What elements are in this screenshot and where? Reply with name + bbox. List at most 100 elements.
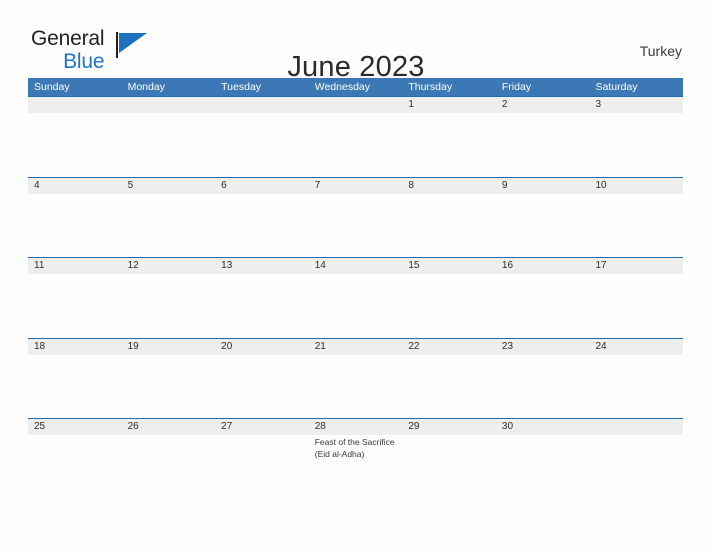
calendar-week-day-numbers: 18 19 20 21 22 23 24	[28, 337, 683, 355]
day-cell[interactable]	[589, 194, 683, 257]
day-cell[interactable]	[28, 274, 122, 337]
calendar-week-row: 123	[28, 96, 683, 177]
day-number[interactable]: 15	[402, 258, 496, 274]
day-number[interactable]: 7	[309, 178, 403, 194]
day-cell[interactable]	[589, 274, 683, 337]
calendar-week-events	[28, 194, 683, 257]
calendar-week-events	[28, 274, 683, 337]
calendar-weeks: 1 2 3 4 5 6 7 8 9 10 11 12 13 14 15 16 17 18 19 20 21 22 23 24 2…	[28, 96, 683, 498]
day-number[interactable]: 30	[496, 419, 590, 435]
calendar-week-events: Feast of the Sacrifice (Eid al-Adha)	[28, 435, 683, 498]
day-cell[interactable]	[496, 274, 590, 337]
day-cell[interactable]	[496, 435, 590, 498]
day-cell[interactable]: Feast of the Sacrifice (Eid al-Adha)	[309, 435, 403, 498]
day-number-empty	[215, 97, 309, 113]
holiday-event-label: Feast of the Sacrifice (Eid al-Adha)	[314, 437, 395, 459]
day-number[interactable]: 9	[496, 178, 590, 194]
day-cell[interactable]	[402, 113, 496, 176]
day-cell	[28, 113, 122, 176]
day-number-empty	[122, 97, 216, 113]
day-cell	[309, 113, 403, 176]
day-number[interactable]: 18	[28, 339, 122, 355]
day-number[interactable]: 20	[215, 339, 309, 355]
day-number[interactable]: 11	[28, 258, 122, 274]
day-cell[interactable]	[309, 274, 403, 337]
day-cell[interactable]	[402, 355, 496, 418]
day-cell	[589, 435, 683, 498]
weekday-header-wednesday: Wednesday	[314, 81, 370, 93]
day-cell[interactable]	[589, 355, 683, 418]
day-number[interactable]: 13	[215, 258, 309, 274]
calendar-week-row: 11 12 13 14 15 16 17	[28, 257, 683, 338]
calendar-week-day-numbers: 4 5 6 7 8 9 10	[28, 176, 683, 194]
day-cell[interactable]	[28, 355, 122, 418]
day-cell[interactable]	[28, 435, 122, 498]
day-number[interactable]: 23	[496, 339, 590, 355]
day-cell[interactable]	[496, 355, 590, 418]
day-cell[interactable]	[402, 435, 496, 498]
weekday-header-thursday: Thursday	[408, 81, 453, 93]
day-number[interactable]: 14	[309, 258, 403, 274]
calendar-week-row: 4 5 6 7 8 9 10	[28, 176, 683, 258]
day-cell[interactable]	[309, 194, 403, 257]
day-cell	[122, 113, 216, 176]
country-label: Turkey	[639, 43, 682, 59]
day-cell[interactable]	[215, 274, 309, 337]
day-number[interactable]: 24	[589, 339, 683, 355]
day-number[interactable]: 5	[122, 178, 216, 194]
calendar-grid: Sunday Monday Tuesday Wednesday Thursday…	[28, 78, 683, 498]
day-number[interactable]: 12	[122, 258, 216, 274]
weekday-header-sunday: Sunday	[34, 81, 70, 93]
day-cell[interactable]	[122, 194, 216, 257]
day-number[interactable]: 26	[122, 419, 216, 435]
day-number[interactable]: 4	[28, 178, 122, 194]
weekday-header-tuesday: Tuesday	[221, 81, 262, 93]
weekday-header-friday: Friday	[501, 81, 532, 93]
day-number[interactable]: 17	[589, 258, 683, 274]
day-number[interactable]: 21	[309, 339, 403, 355]
day-number[interactable]: 3	[589, 97, 683, 113]
day-cell[interactable]	[28, 194, 122, 257]
calendar-week-day-numbers: 25 26 27 28 29 30	[28, 418, 683, 435]
day-cell[interactable]	[215, 355, 309, 418]
day-number[interactable]: 28	[309, 419, 403, 435]
day-cell[interactable]	[122, 435, 216, 498]
day-cell[interactable]	[122, 274, 216, 337]
day-cell[interactable]	[589, 113, 683, 176]
day-number[interactable]: 22	[402, 339, 496, 355]
calendar-week-events	[28, 355, 683, 418]
blue-triangle-flag-icon	[119, 33, 147, 53]
weekday-header-row: Sunday Monday Tuesday Wednesday Thursday…	[28, 78, 683, 96]
day-number-empty	[28, 97, 122, 113]
day-number-empty	[589, 419, 683, 435]
weekday-header-monday: Monday	[127, 81, 165, 93]
day-cell[interactable]	[402, 194, 496, 257]
day-number[interactable]: 6	[215, 178, 309, 194]
day-cell	[215, 113, 309, 176]
calendar-week-events	[28, 113, 683, 176]
day-number[interactable]: 19	[122, 339, 216, 355]
day-cell[interactable]	[496, 194, 590, 257]
calendar-week-row: 18 19 20 21 22 23 24	[28, 337, 683, 419]
day-number[interactable]: 1	[402, 97, 496, 113]
day-number[interactable]: 16	[496, 258, 590, 274]
day-number[interactable]: 29	[402, 419, 496, 435]
weekday-header-saturday: Saturday	[595, 81, 638, 93]
day-number-empty	[309, 97, 403, 113]
day-number[interactable]: 25	[28, 419, 122, 435]
day-number[interactable]: 27	[215, 419, 309, 435]
brand-name-general: General	[31, 27, 105, 50]
day-cell[interactable]	[215, 194, 309, 257]
calendar-week-day-numbers: 11 12 13 14 15 16 17	[28, 257, 683, 274]
calendar-week-day-numbers: 123	[28, 96, 683, 113]
day-cell[interactable]	[122, 355, 216, 418]
day-number[interactable]: 10	[589, 178, 683, 194]
day-cell[interactable]	[309, 355, 403, 418]
day-cell[interactable]	[496, 113, 590, 176]
calendar-week-row: 25 26 27 28 29 30 Feast of the Sacrifice (Eid …	[28, 418, 683, 498]
day-number[interactable]: 2	[496, 97, 590, 113]
day-number[interactable]: 8	[402, 178, 496, 194]
day-cell[interactable]	[215, 435, 309, 498]
page-header: General Blue June 2023 Turkey	[0, 0, 712, 83]
day-cell[interactable]	[402, 274, 496, 337]
